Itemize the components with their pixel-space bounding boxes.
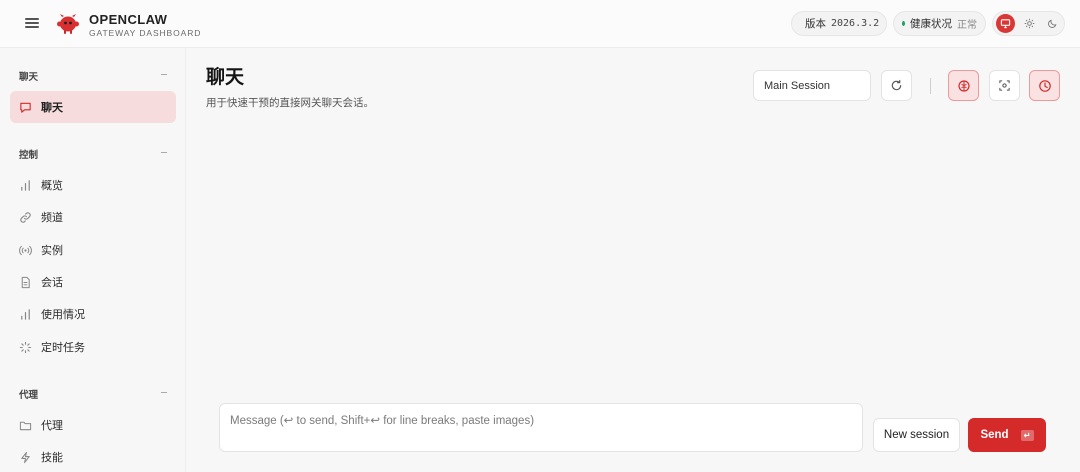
status-dot-icon [902,21,905,26]
sidebar-item-sessions[interactable]: 会话 [10,266,176,298]
sidebar-section-title[interactable]: 控制 [19,147,38,161]
bar-chart-icon [19,308,32,321]
logo-icon [57,14,79,34]
sidebar-item-label: 定时任务 [41,341,85,354]
sidebar-item-label: 使用情况 [41,308,85,321]
lightning-icon [19,451,32,464]
send-button[interactable]: Send ↵ [968,418,1046,452]
sidebar-section-title[interactable]: 代理 [19,387,38,401]
sidebar-item-channels[interactable]: 频道 [10,201,176,233]
theme-toggle-group [992,11,1065,36]
brand-subtitle: GATEWAY DASHBOARD [89,28,202,38]
sidebar: 聊天 聊天 控制 概览 频道 实例 会话 使用情况 定时任务 代理 代理 技能 [0,48,186,472]
sidebar-item-overview[interactable]: 概览 [10,169,176,201]
sidebar-item-label: 技能 [41,451,63,464]
clock-icon [1038,79,1051,92]
sidebar-item-cron[interactable]: 定时任务 [10,331,176,363]
sidebar-item-chat[interactable]: 聊天 [10,91,176,123]
new-session-button[interactable]: New session [873,418,960,452]
page-title: 聊天 [206,66,245,88]
version-label: 版本 [805,18,826,30]
top-bar: OPENCLAW GATEWAY DASHBOARD 版本 2026.3.2 健… [0,0,1080,48]
refresh-button[interactable] [881,70,912,101]
sidebar-item-label: 概览 [41,179,63,192]
health-value: 正常 [957,20,977,31]
broadcast-icon [19,244,32,257]
refresh-icon [891,79,902,91]
brain-icon [957,79,970,92]
sidebar-item-agents[interactable]: 代理 [10,409,176,441]
collapse-icon[interactable] [161,152,167,153]
chat-bubble-icon [19,101,32,114]
sidebar-item-usage[interactable]: 使用情况 [10,298,176,330]
sidebar-item-skills[interactable]: 技能 [10,441,176,472]
collapse-icon[interactable] [161,74,167,75]
sidebar-item-label: 代理 [41,419,63,432]
history-button[interactable] [1029,70,1060,101]
monitor-icon[interactable] [996,14,1015,33]
message-input[interactable] [219,403,863,452]
moon-icon[interactable] [1043,14,1062,33]
sidebar-item-label: 实例 [41,244,63,257]
health-label: 健康状况 [910,18,952,30]
version-pill: 版本 2026.3.2 [791,11,887,36]
sun-icon[interactable] [1020,14,1039,33]
version-value: 2026.3.2 [831,18,880,29]
hamburger-menu-icon[interactable] [24,15,40,31]
thinking-toggle-button[interactable] [948,70,979,101]
health-pill: 健康状况 正常 [893,11,986,36]
folder-icon [19,419,32,432]
sidebar-section-title[interactable]: 聊天 [19,69,38,83]
collapse-icon[interactable] [161,392,167,393]
sidebar-item-label: 频道 [41,211,63,224]
focus-mode-button[interactable] [989,70,1020,101]
session-select[interactable]: Main Session [753,70,871,101]
enter-key-icon: ↵ [1020,429,1034,441]
brand-title: OPENCLAW [89,12,168,27]
focus-icon [999,80,1010,91]
sidebar-item-label: 会话 [41,276,63,289]
send-label: Send [980,429,1009,441]
sidebar-item-instances[interactable]: 实例 [10,234,176,266]
toolbar-divider [930,78,931,94]
link-icon [19,211,32,224]
bar-chart-icon [19,179,32,192]
page-subtitle: 用于快速干预的直接网关聊天会话。 [206,97,374,109]
sidebar-item-label: 聊天 [41,101,63,114]
loader-icon [19,341,32,354]
document-icon [19,276,32,289]
